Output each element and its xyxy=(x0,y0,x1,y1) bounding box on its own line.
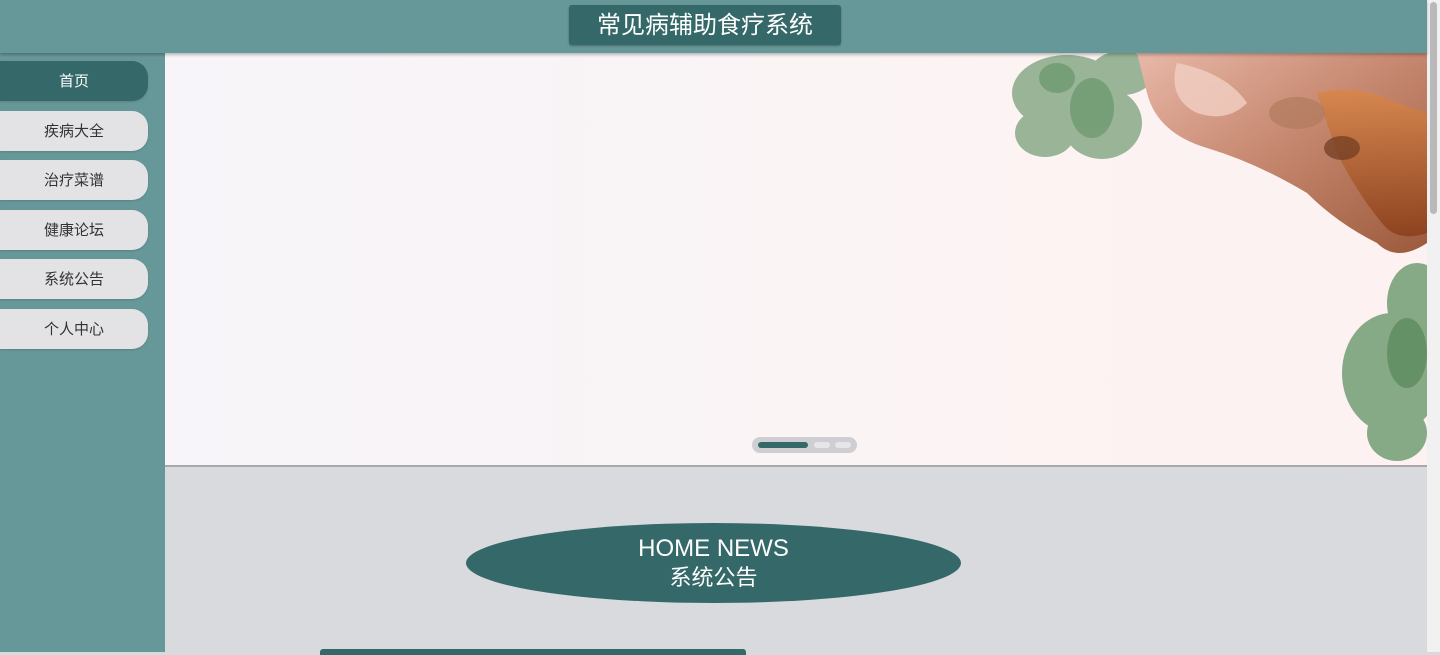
carousel-dot-1[interactable] xyxy=(758,442,808,448)
sidebar-item-profile[interactable]: 个人中心 xyxy=(0,309,148,349)
food-banner-image xyxy=(1012,53,1427,461)
news-heading-en: HOME NEWS xyxy=(638,535,789,562)
sidebar-item-recipes[interactable]: 治疗菜谱 xyxy=(0,160,148,200)
news-heading-cn: 系统公告 xyxy=(669,566,758,591)
carousel-dot-2[interactable] xyxy=(814,442,830,448)
carousel-indicator xyxy=(752,437,857,453)
sidebar-item-forum[interactable]: 健康论坛 xyxy=(0,210,148,250)
news-card[interactable] xyxy=(320,649,746,655)
banner-carousel[interactable] xyxy=(165,53,1427,467)
page-scrollbar[interactable] xyxy=(1427,0,1440,652)
news-heading: HOME NEWS 系统公告 xyxy=(466,523,961,603)
sidebar-item-announcements[interactable]: 系统公告 xyxy=(0,259,148,299)
sidebar-item-home[interactable]: 首页 xyxy=(0,61,148,101)
carousel-dot-3[interactable] xyxy=(835,442,851,448)
sidebar-nav: 首页 疾病大全 治疗菜谱 健康论坛 系统公告 个人中心 xyxy=(0,53,165,652)
sidebar-item-diseases[interactable]: 疾病大全 xyxy=(0,111,148,151)
site-title: 常见病辅助食疗系统 xyxy=(569,5,841,45)
news-section: HOME NEWS 系统公告 xyxy=(165,467,1427,655)
top-header-bar: 常见病辅助食疗系统 xyxy=(0,0,1427,53)
scrollbar-thumb[interactable] xyxy=(1430,2,1437,214)
